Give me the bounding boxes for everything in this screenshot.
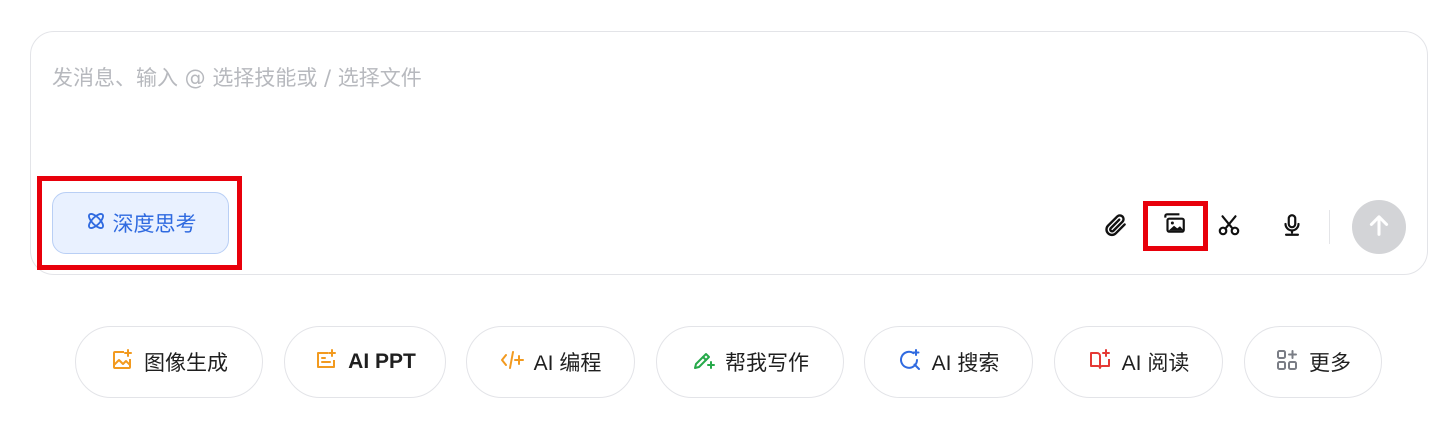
paperclip-icon: [1103, 212, 1129, 242]
grid-plus-icon: [1275, 348, 1299, 377]
image-upload-button[interactable]: [1159, 210, 1189, 240]
pen-sparkle-icon: [691, 348, 715, 377]
chip-label: AI 阅读: [1121, 352, 1190, 375]
chip-ai-reading[interactable]: AI 阅读: [1054, 326, 1223, 398]
chip-label: AI 编程: [533, 352, 602, 375]
screenshot-button[interactable]: [1214, 212, 1244, 242]
chip-label: AI PPT: [348, 350, 416, 373]
message-input[interactable]: [52, 62, 1392, 94]
deep-think-button[interactable]: 深度思考: [52, 192, 229, 254]
book-sparkle-icon: [1088, 348, 1112, 377]
scissors-icon: [1216, 212, 1242, 242]
chip-ai-ppt[interactable]: AI PPT: [284, 326, 446, 398]
arrow-up-icon: [1365, 211, 1393, 243]
microphone-icon: [1279, 212, 1305, 242]
deep-think-label: 深度思考: [112, 212, 197, 236]
send-button[interactable]: [1352, 200, 1406, 254]
message-composer: 深度思考: [30, 31, 1428, 275]
chip-writing-assistant[interactable]: 帮我写作: [656, 326, 844, 398]
chip-image-generation[interactable]: 图像生成: [75, 326, 263, 398]
attach-file-button[interactable]: [1101, 212, 1131, 242]
image-upload-icon: [1161, 210, 1187, 240]
chip-label: 帮我写作: [725, 352, 809, 375]
code-icon: [500, 348, 524, 377]
toolbar-divider: [1329, 210, 1330, 244]
search-sparkle-icon: [898, 348, 922, 377]
image-sparkle-icon: [110, 348, 134, 377]
slides-icon: [314, 348, 338, 377]
chip-label: AI 搜索: [931, 352, 1000, 375]
chip-label: 图像生成: [144, 352, 228, 375]
chip-ai-coding[interactable]: AI 编程: [466, 326, 635, 398]
chip-ai-search[interactable]: AI 搜索: [864, 326, 1033, 398]
shortcut-bar: 图像生成 AI PPT AI 编程 帮我写作 AI 搜索 AI 阅读 更多: [0, 326, 1456, 398]
voice-input-button[interactable]: [1277, 212, 1307, 242]
atom-icon: [85, 210, 107, 237]
chip-more[interactable]: 更多: [1244, 326, 1382, 398]
chip-label: 更多: [1309, 352, 1351, 375]
